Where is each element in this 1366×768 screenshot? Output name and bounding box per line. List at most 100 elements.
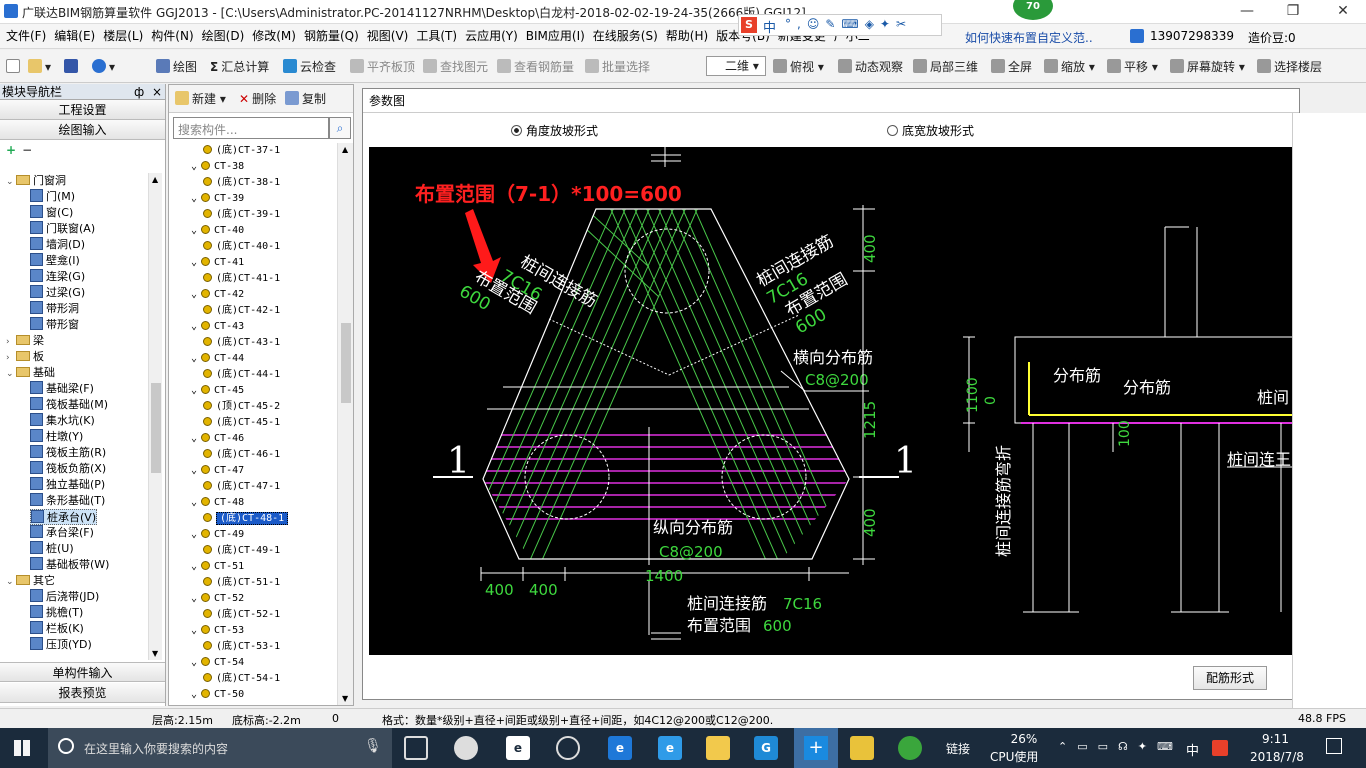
delete-component-button[interactable]: ✕ 删除 [239, 90, 276, 108]
expand-all-icon[interactable]: + [6, 143, 16, 157]
expander-icon[interactable]: ⌄ [191, 321, 197, 332]
component-item[interactable]: (底)CT-47-1 [203, 479, 280, 495]
menu-item[interactable]: 编辑(E) [50, 24, 99, 49]
tree-item[interactable]: 桩承台(V) [30, 509, 98, 525]
tree-folder[interactable]: › 梁 [6, 333, 44, 349]
collapse-all-icon[interactable]: − [22, 143, 32, 157]
tree-item[interactable]: 承台梁(F) [30, 525, 94, 541]
batch-select-button[interactable]: 批量选择 [585, 58, 650, 76]
view-rebar-button[interactable]: 查看钢筋量 [497, 58, 574, 76]
help-link[interactable]: 如何快速布置自定义范.. [965, 29, 1093, 46]
app-pinwheel-icon[interactable] [454, 736, 478, 760]
expander-icon[interactable]: ⌄ [191, 625, 197, 636]
cloud-check-button[interactable]: 云检查 [283, 58, 336, 76]
menu-item[interactable]: BIM应用(I) [522, 24, 589, 49]
notification-badge[interactable]: 70 [1013, 0, 1053, 20]
menu-item[interactable]: 楼层(L) [99, 24, 147, 49]
find-element-button[interactable]: 查找图元 [423, 58, 488, 76]
component-item[interactable]: (底)CT-53-1 [203, 639, 280, 655]
component-item[interactable]: ⌄ CT-39 [191, 191, 244, 207]
expander-icon[interactable]: › [6, 350, 16, 366]
task-view-icon[interactable] [404, 736, 428, 760]
menu-item[interactable]: 工具(T) [412, 24, 461, 49]
tree-item[interactable]: 基础梁(F) [30, 381, 94, 397]
microphone-icon[interactable]: 🎙 [364, 738, 382, 754]
tree-item[interactable]: 柱墩(Y) [30, 429, 83, 445]
component-item[interactable]: ⌄ CT-50 [191, 687, 244, 703]
menu-item[interactable]: 云应用(Y) [461, 24, 522, 49]
component-item[interactable]: (底)CT-46-1 [203, 447, 280, 463]
rotate-button[interactable]: 屏幕旋转 ▾ [1170, 58, 1245, 76]
taskbar-search[interactable]: 在这里输入你要搜索的内容 🎙 [48, 728, 392, 768]
tree-item[interactable]: 带形窗 [30, 317, 79, 333]
expander-icon[interactable]: ⌄ [191, 689, 197, 700]
component-item[interactable]: ⌄ CT-51 [191, 559, 244, 575]
ie-blue-icon[interactable]: e [658, 736, 682, 760]
maximize-button[interactable]: ❐ [1270, 0, 1316, 24]
expander-icon[interactable]: ⌄ [191, 193, 197, 204]
ime-toolbar[interactable]: S 中 °,☺✎⌨◈✦✂ [738, 14, 942, 36]
menu-item[interactable]: 视图(V) [363, 24, 413, 49]
radio-angle-slope[interactable]: 角度放坡形式 [511, 122, 598, 139]
component-item[interactable]: ⌄ CT-38 [191, 159, 244, 175]
undo-icon[interactable]: ▾ [92, 58, 115, 76]
component-item[interactable]: ⌄ CT-42 [191, 287, 244, 303]
local-3d-button[interactable]: 局部三维 [913, 58, 978, 76]
menu-item[interactable]: 文件(F) [2, 24, 50, 49]
component-item[interactable]: (底)CT-48-1 [203, 511, 289, 527]
tree-item[interactable]: 筏板负筋(X) [30, 461, 106, 477]
tree-item[interactable]: 过梁(G) [30, 285, 85, 301]
component-item[interactable]: ⌄ CT-53 [191, 623, 244, 639]
tree-item[interactable]: 连梁(G) [30, 269, 85, 285]
component-item[interactable]: (顶)CT-45-2 [203, 399, 280, 415]
minimize-button[interactable]: — [1224, 0, 1270, 24]
menu-item[interactable]: 绘图(D) [198, 24, 249, 49]
tree-folder[interactable]: ⌄ 基础 [6, 365, 55, 381]
tree-item[interactable]: 带形洞 [30, 301, 79, 317]
component-item[interactable]: (底)CT-44-1 [203, 367, 280, 383]
dynamic-view-button[interactable]: 动态观察 [838, 58, 903, 76]
project-settings-button[interactable]: 工程设置 [0, 100, 165, 120]
menu-item[interactable]: 修改(M) [248, 24, 300, 49]
notes-icon[interactable] [850, 736, 874, 760]
tree-item[interactable]: 栏板(K) [30, 621, 84, 637]
expander-icon[interactable]: ⌄ [191, 433, 197, 444]
menu-item[interactable]: 在线服务(S) [589, 24, 662, 49]
tree-folder[interactable]: › 板 [6, 349, 44, 365]
component-item[interactable]: ⌄ CT-46 [191, 431, 244, 447]
report-preview-button[interactable]: 报表预览 [0, 683, 165, 703]
tree-item[interactable]: 门(M) [30, 189, 75, 205]
pan-button[interactable]: 平移 ▾ [1107, 58, 1158, 76]
expander-icon[interactable]: ⌄ [191, 561, 197, 572]
tree-folder[interactable]: ⌄ 门窗洞 [6, 173, 66, 189]
action-center-icon[interactable] [1326, 738, 1342, 754]
sogou-tray-icon[interactable] [1212, 740, 1228, 756]
close-icon[interactable]: × [152, 84, 162, 100]
expander-icon[interactable]: ⌄ [6, 174, 16, 190]
expander-icon[interactable]: › [6, 334, 16, 350]
component-item[interactable]: (底)CT-43-1 [203, 335, 280, 351]
component-item[interactable]: ⌄ CT-47 [191, 463, 244, 479]
ime-indicator[interactable]: 中 [1186, 740, 1199, 759]
component-item[interactable]: (底)CT-41-1 [203, 271, 280, 287]
copy-component-button[interactable]: 复制 [285, 90, 326, 108]
tray-icons[interactable]: ⌃▭▭☊✦⌨ [1058, 740, 1183, 753]
windows-start-icon[interactable] [14, 740, 30, 756]
close-button[interactable]: ✕ [1320, 0, 1366, 24]
expander-icon[interactable]: ⌄ [191, 529, 197, 540]
expander-icon[interactable]: ⌄ [6, 574, 16, 590]
expander-icon[interactable]: ⌄ [191, 497, 197, 508]
expander-icon[interactable]: ⌄ [191, 289, 197, 300]
fullscreen-button[interactable]: 全屏 [991, 58, 1032, 76]
new-component-button[interactable]: 新建 ▾ [175, 90, 226, 108]
open-file-icon[interactable]: ▾ [28, 58, 51, 76]
tree-item[interactable]: 筏板主筋(R) [30, 445, 106, 461]
component-item[interactable]: (底)CT-51-1 [203, 575, 280, 591]
component-item[interactable]: (底)CT-40-1 [203, 239, 280, 255]
menu-item[interactable]: 钢筋量(Q) [300, 24, 363, 49]
glodon-g-icon[interactable]: G [754, 736, 778, 760]
component-item[interactable]: (底)CT-49-1 [203, 543, 280, 559]
green-app-icon[interactable] [898, 736, 922, 760]
component-item[interactable]: (底)CT-42-1 [203, 303, 280, 319]
zoom-button[interactable]: 缩放 ▾ [1044, 58, 1095, 76]
